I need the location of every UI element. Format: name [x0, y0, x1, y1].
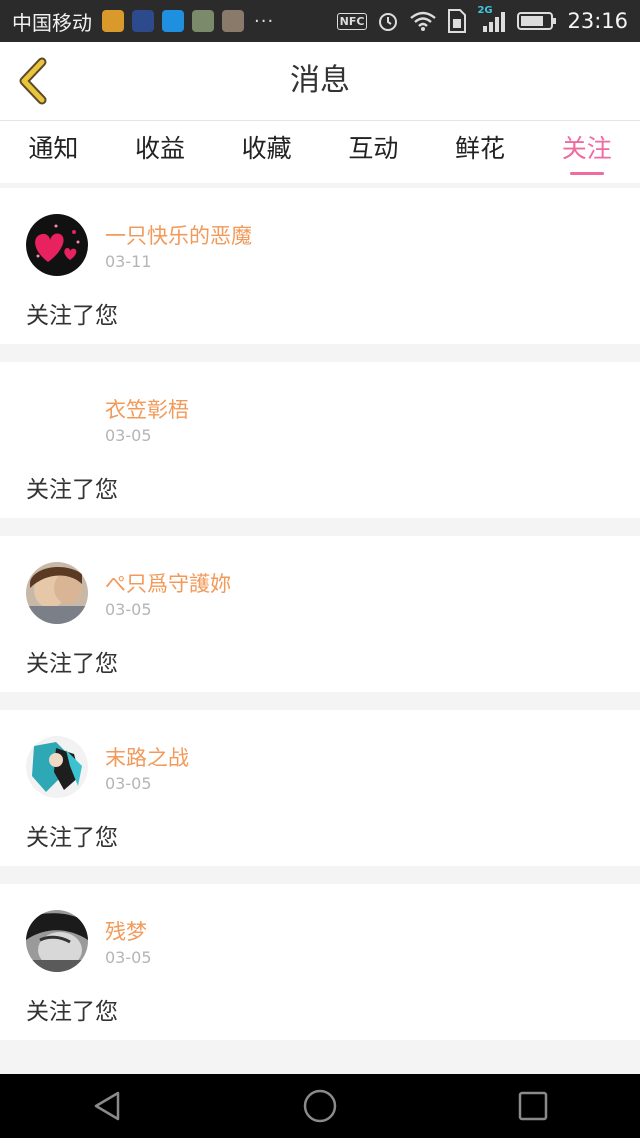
tab-earnings[interactable]: 收益 [107, 121, 214, 183]
tab-label: 收藏 [241, 134, 292, 163]
list-item[interactable]: 残梦 03-05 关注了您 [0, 884, 640, 1040]
username[interactable]: ぺ只爲守護妳 [105, 568, 231, 598]
tab-favorites[interactable]: 收藏 [213, 121, 320, 183]
tab-flowers[interactable]: 鲜花 [427, 121, 534, 183]
tab-label: 互动 [348, 134, 399, 163]
list-item[interactable]: ぺ只爲守護妳 03-05 关注了您 [0, 536, 640, 692]
active-tab-indicator [569, 172, 604, 175]
message-date: 03-05 [105, 600, 152, 619]
nav-recents-button[interactable] [503, 1076, 563, 1136]
message-text: 关注了您 [26, 999, 118, 1025]
avatar[interactable] [26, 388, 88, 450]
recents-square-icon [519, 1091, 548, 1121]
app-notification-icon [132, 10, 154, 32]
username[interactable]: 一只快乐的恶魔 [105, 220, 252, 250]
username[interactable]: 残梦 [105, 916, 147, 946]
signal-icon: 2G [477, 5, 507, 34]
home-circle-icon [303, 1089, 337, 1123]
app-header: 消息 [0, 42, 640, 121]
message-text: 关注了您 [26, 303, 118, 329]
message-date: 03-05 [105, 426, 152, 445]
tab-label: 鲜花 [455, 134, 506, 163]
battery-icon [517, 12, 557, 30]
message-text: 关注了您 [26, 651, 118, 677]
app-notification-icon [102, 10, 124, 32]
avatar[interactable] [26, 736, 88, 798]
avatar[interactable] [26, 214, 88, 276]
message-text: 关注了您 [26, 477, 118, 503]
message-list: 一只快乐的恶魔 03-11 关注了您 衣笠彰梧 03-05 关注了您 ぺ只爲守護… [0, 188, 640, 1058]
tab-label: 关注 [561, 134, 612, 163]
page-title: 消息 [290, 63, 350, 98]
message-date: 03-05 [105, 948, 152, 967]
clock: 23:16 [567, 9, 628, 33]
tab-follow[interactable]: 关注 [533, 121, 640, 183]
tab-interactions[interactable]: 互动 [320, 121, 427, 183]
notification-icons [102, 10, 244, 32]
nfc-icon: NFC [336, 12, 368, 30]
list-item[interactable]: 一只快乐的恶魔 03-11 关注了您 [0, 188, 640, 344]
back-triangle-icon [94, 1091, 119, 1121]
status-bar: 中国移动 ··· NFC 2G 23:16 [0, 0, 640, 42]
gallery-app-icon [192, 10, 214, 32]
wifi-icon [410, 11, 437, 31]
tab-notifications[interactable]: 通知 [0, 121, 107, 183]
nav-home-button[interactable] [290, 1076, 350, 1136]
avatar[interactable] [26, 562, 88, 624]
list-item[interactable]: 衣笠彰梧 03-05 关注了您 [0, 362, 640, 518]
avatar[interactable] [26, 910, 88, 972]
video-app-icon [162, 10, 184, 32]
nav-back-button[interactable] [77, 1076, 137, 1136]
message-date: 03-11 [105, 252, 152, 271]
sim-icon [448, 9, 467, 33]
username[interactable]: 衣笠彰梧 [105, 394, 189, 424]
tab-bar: 通知 收益 收藏 互动 鲜花 关注 [0, 121, 640, 183]
carrier-label: 中国移动 [12, 10, 92, 35]
message-date: 03-05 [105, 774, 152, 793]
message-text: 关注了您 [26, 825, 118, 851]
tab-label: 收益 [135, 134, 186, 163]
alarm-icon [379, 13, 398, 31]
system-nav-bar [0, 1074, 640, 1138]
username[interactable]: 末路之战 [105, 742, 189, 772]
list-item[interactable]: 末路之战 03-05 关注了您 [0, 710, 640, 866]
gallery-app-icon [222, 10, 244, 32]
tab-label: 通知 [28, 134, 79, 163]
more-notifications-icon: ··· [254, 10, 275, 32]
